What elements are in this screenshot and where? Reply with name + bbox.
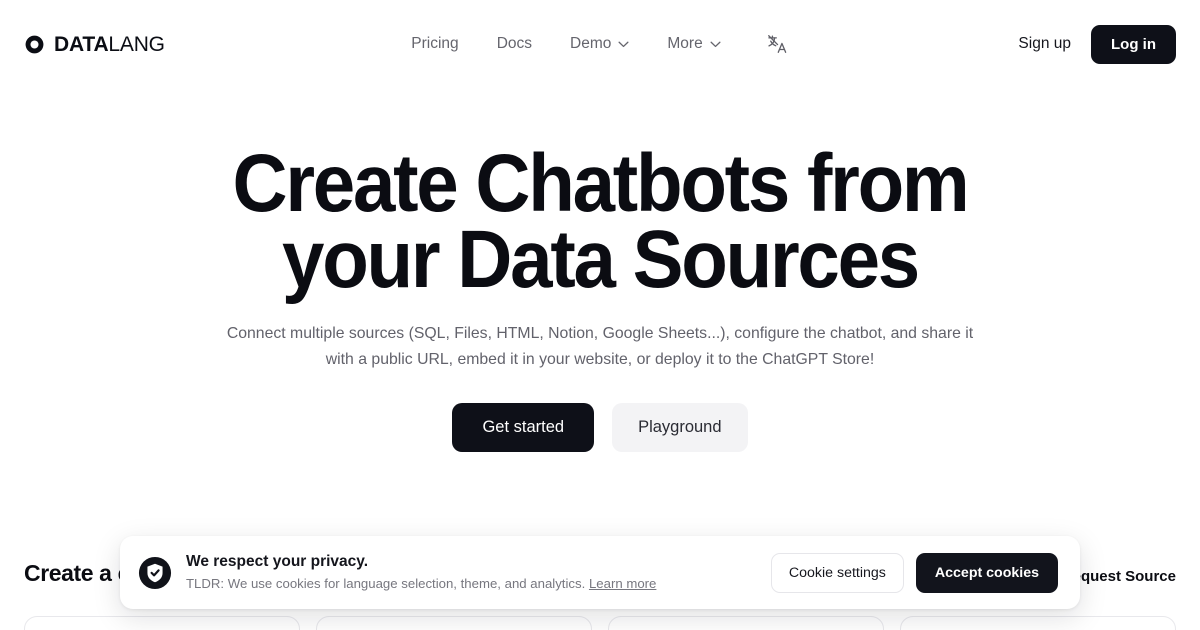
brand-name-light: LANG <box>108 32 165 56</box>
playground-button[interactable]: Playground <box>612 402 748 452</box>
accept-cookies-button[interactable]: Accept cookies <box>915 552 1058 593</box>
hero-subtitle: Connect multiple sources (SQL, Files, HT… <box>220 321 980 373</box>
source-card[interactable] <box>900 616 1176 630</box>
source-card[interactable] <box>608 616 884 630</box>
sources-grid <box>24 616 1176 630</box>
source-card[interactable] <box>316 616 592 630</box>
nav-item-demo[interactable]: Demo <box>568 31 631 57</box>
login-button[interactable]: Log in <box>1091 24 1176 64</box>
nav-item-more[interactable]: More <box>665 31 722 57</box>
site-header: DATALANG Pricing Docs Demo More Sign up … <box>0 0 1200 88</box>
cookie-banner-body: TLDR: We use cookies for language select… <box>186 575 753 593</box>
nav-item-demo-label: Demo <box>570 35 612 52</box>
language-switcher-button[interactable] <box>763 30 791 58</box>
page-title: Create Chatbots from your Data Sources <box>200 88 1000 301</box>
nav-item-pricing-label: Pricing <box>411 35 459 52</box>
cookie-banner-actions: Cookie settings Accept cookies <box>770 552 1058 593</box>
nav-item-more-label: More <box>667 35 703 52</box>
cookie-banner-description: TLDR: We use cookies for language select… <box>186 575 586 591</box>
get-started-button[interactable]: Get started <box>452 402 595 452</box>
cookie-settings-button[interactable]: Cookie settings <box>770 552 904 593</box>
header-actions: Sign up Log in <box>1018 24 1176 64</box>
hero-title-line-2: your Data Sources <box>282 214 920 306</box>
hero-section: Create Chatbots from your Data Sources C… <box>0 88 1200 452</box>
signup-link[interactable]: Sign up <box>1018 35 1071 53</box>
nav-item-docs[interactable]: Docs <box>495 31 534 57</box>
brand-logo[interactable]: DATALANG <box>24 24 165 64</box>
cookie-banner-text: We respect your privacy. TLDR: We use co… <box>186 552 753 593</box>
brand-name: DATALANG <box>54 34 165 55</box>
shield-check-icon <box>138 556 172 589</box>
hero-subtitle-line-2: with a public URL, embed it in your webs… <box>325 350 875 368</box>
chevron-down-icon <box>710 41 721 47</box>
nav-item-docs-label: Docs <box>496 35 533 52</box>
nav-item-pricing[interactable]: Pricing <box>409 31 460 57</box>
brand-name-bold: DATA <box>54 32 109 56</box>
cookie-consent-banner: We respect your privacy. TLDR: We use co… <box>120 536 1080 610</box>
hero-subtitle-line-1: Connect multiple sources (SQL, Files, HT… <box>226 324 974 342</box>
translate-icon <box>767 35 786 53</box>
chevron-down-icon <box>618 41 629 47</box>
cookie-banner-title: We respect your privacy. <box>186 553 369 570</box>
source-card[interactable] <box>24 616 300 630</box>
learn-more-link[interactable]: Learn more <box>589 576 656 591</box>
ring-logo-icon <box>25 35 44 53</box>
hero-cta-group: Get started Playground <box>0 402 1200 452</box>
